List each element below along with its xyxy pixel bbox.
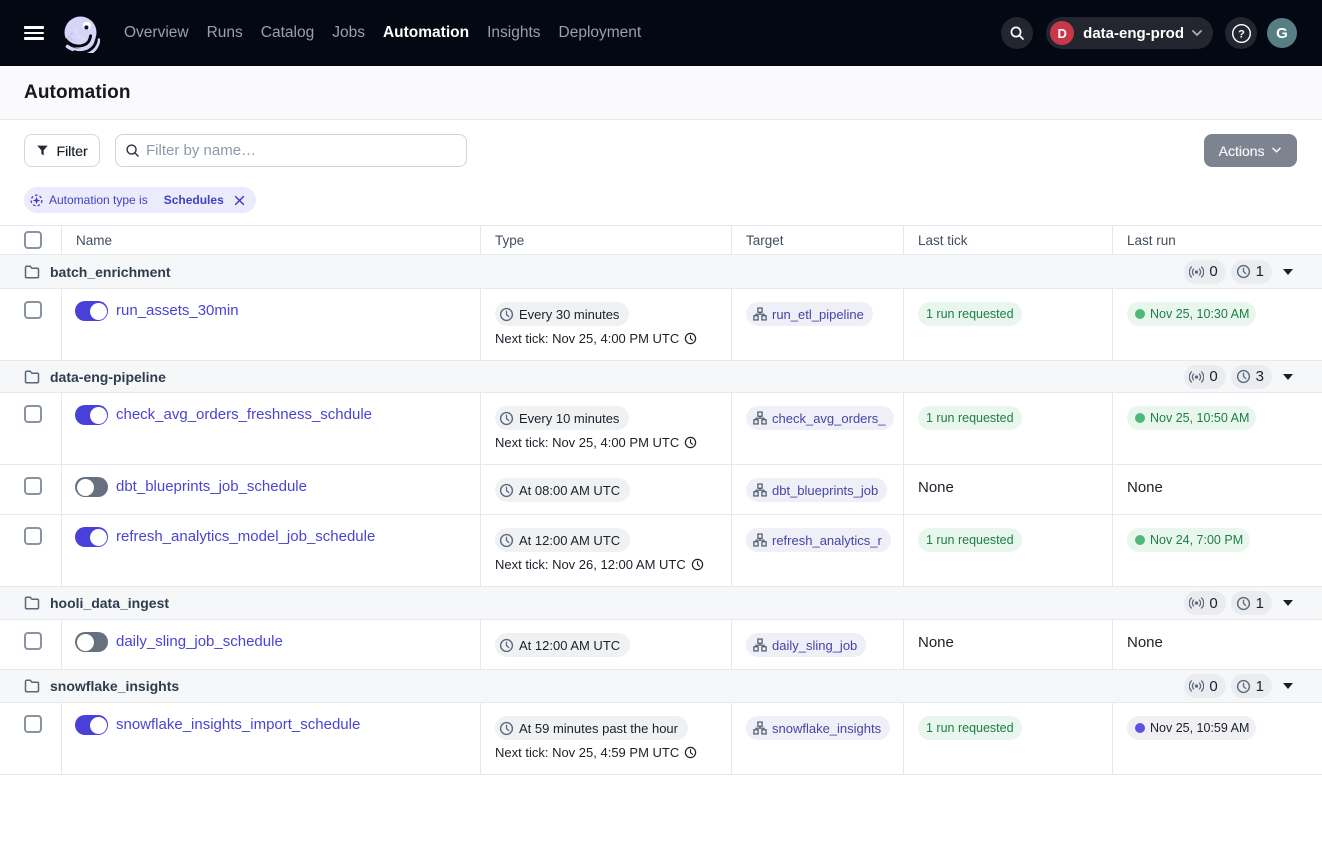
svg-text:?: ?	[1238, 28, 1245, 40]
